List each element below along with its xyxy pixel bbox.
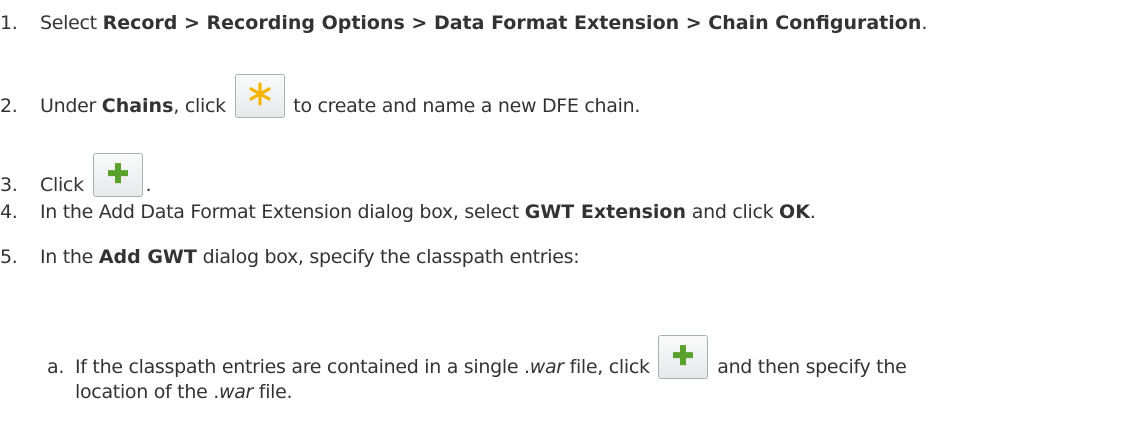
step-text: Click — [40, 174, 90, 196]
step-number: 5. — [0, 246, 18, 268]
step-text: to create and name a new DFE chain. — [287, 95, 641, 117]
step-1: 1. Select Record > Recording Options > Da… — [0, 11, 927, 35]
step-text: In the — [40, 246, 99, 268]
step-text: Under — [40, 95, 102, 117]
ok-label: OK — [779, 201, 810, 223]
substep-a-continued: location of the .war file. — [75, 380, 293, 404]
gwt-extension-label: GWT Extension — [524, 201, 687, 223]
step-number: 3. — [0, 174, 18, 196]
add-button — [92, 153, 143, 197]
step-text: If the classpath entries are contained i… — [75, 356, 530, 378]
new-chain-button — [234, 74, 285, 118]
add-gwt-label: Add GWT — [98, 246, 197, 268]
step-text: dialog box, specify the classpath entrie… — [196, 246, 580, 268]
add-icon — [673, 345, 694, 366]
step-text: . — [809, 201, 816, 223]
step-text: . — [921, 12, 928, 34]
step-text: and click — [686, 201, 780, 223]
add-button — [658, 335, 709, 379]
substep-a: a. If the classpath entries are contained… — [47, 335, 907, 379]
war-extension: war — [218, 381, 254, 403]
step-3: 3. Click . — [0, 153, 152, 197]
chains-label: Chains — [101, 95, 174, 117]
step-2: 2. Under Chains, click to create and name… — [0, 74, 640, 118]
step-text: In the Add Data Format Extension dialog … — [40, 201, 525, 223]
step-number: 4. — [0, 201, 18, 223]
step-text: , click — [173, 95, 232, 117]
step-text: file, click — [563, 356, 656, 378]
step-text: file. — [253, 381, 293, 403]
war-extension: war — [529, 356, 564, 378]
step-text: location of the . — [75, 381, 219, 403]
substep-letter: a. — [47, 356, 65, 378]
step-text: . — [145, 174, 152, 196]
menu-path: Record > Recording Options > Data Format… — [102, 12, 922, 34]
new-chain-icon — [248, 82, 271, 106]
step-4: 4. In the Add Data Format Extension dialo… — [0, 200, 816, 224]
step-number: 2. — [0, 95, 18, 117]
add-icon — [107, 163, 128, 184]
step-text: and then specify the — [711, 356, 907, 378]
step-5: 5. In the Add GWT dialog box, specify the… — [0, 245, 580, 269]
step-number: 1. — [0, 12, 18, 34]
step-text: Select — [40, 12, 103, 34]
